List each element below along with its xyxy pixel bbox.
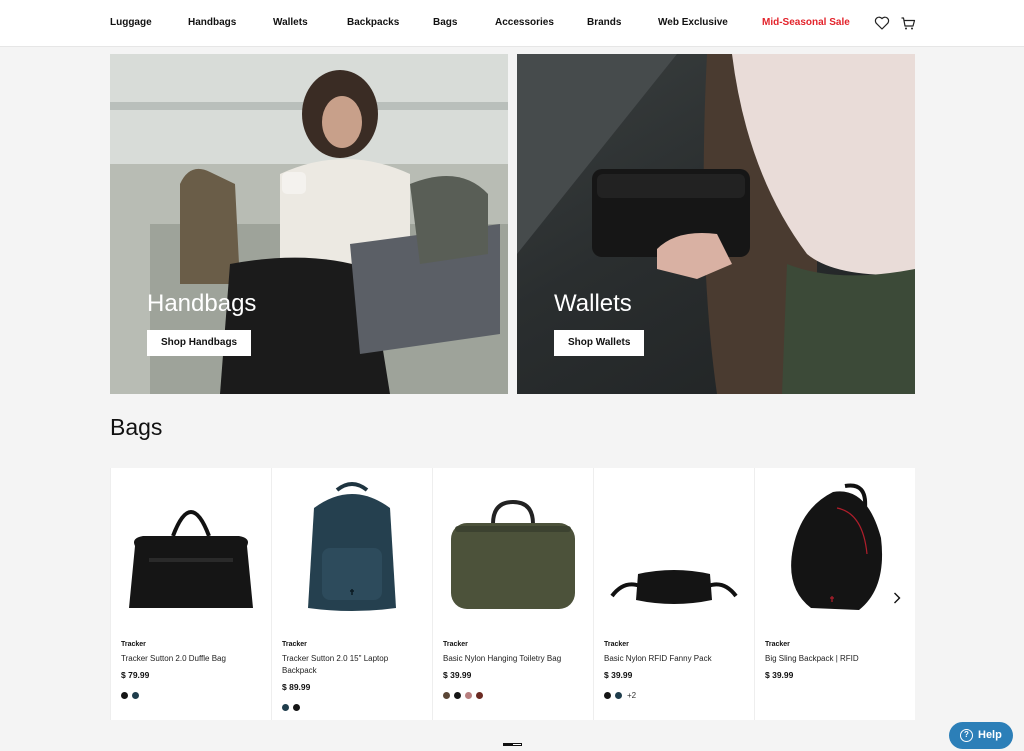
product-image-laptop-backpack xyxy=(308,482,396,611)
color-swatch[interactable] xyxy=(476,692,483,700)
product-brand: Tracker xyxy=(282,641,307,648)
nav-item-bags[interactable]: Bags xyxy=(433,17,457,28)
product-brand: Tracker xyxy=(121,641,146,648)
nav-item-mid-seasonal-sale[interactable]: Mid-Seasonal Sale xyxy=(762,17,850,28)
color-swatches xyxy=(121,687,143,700)
product-brand: Tracker xyxy=(443,641,468,648)
color-swatch[interactable] xyxy=(121,692,128,700)
product-card[interactable]: Tracker Tracker Sutton 2.0 15" Laptop Ba… xyxy=(272,468,432,720)
hero-handbags[interactable]: Handbags Shop Handbags xyxy=(110,54,508,394)
color-swatch[interactable] xyxy=(293,704,300,712)
color-swatch[interactable] xyxy=(604,692,611,700)
help-label: Help xyxy=(978,729,1002,741)
color-swatches xyxy=(282,699,304,712)
carousel-page-indicator[interactable] xyxy=(503,743,522,746)
cart-icon[interactable] xyxy=(900,15,916,31)
hero-title-wallets: Wallets xyxy=(554,290,632,317)
product-brand: Tracker xyxy=(604,641,629,648)
chevron-right-icon[interactable] xyxy=(889,590,905,606)
color-swatch[interactable] xyxy=(465,692,472,700)
top-navigation: Luggage Handbags Wallets Backpacks Bags … xyxy=(0,0,1024,47)
color-swatch[interactable] xyxy=(454,692,461,700)
product-card[interactable]: Tracker Tracker Sutton 2.0 Duffle Bag $ … xyxy=(111,468,271,720)
product-image-toiletry-bag xyxy=(451,499,575,609)
color-swatches: +2 xyxy=(604,687,636,700)
nav-item-web-exclusive[interactable]: Web Exclusive xyxy=(658,17,728,28)
product-image-duffle-bag xyxy=(129,510,253,608)
nav-item-backpacks[interactable]: Backpacks xyxy=(347,17,399,28)
shop-handbags-button[interactable]: Shop Handbags xyxy=(147,330,252,356)
nav-item-brands[interactable]: Brands xyxy=(587,17,621,28)
product-price: $ 39.99 xyxy=(443,670,472,680)
color-swatch[interactable] xyxy=(443,692,450,700)
hero-wallets[interactable]: Wallets Shop Wallets xyxy=(517,54,915,394)
product-name: Tracker Sutton 2.0 15" Laptop Backpack xyxy=(282,654,389,675)
section-title-bags: Bags xyxy=(110,414,163,440)
product-name: Basic Nylon RFID Fanny Pack xyxy=(604,654,712,663)
carousel-page-indicator-active xyxy=(504,744,513,745)
question-icon: ? xyxy=(960,729,973,742)
product-card[interactable]: Tracker Basic Nylon Hanging Toiletry Bag… xyxy=(433,468,593,720)
nav-item-wallets[interactable]: Wallets xyxy=(273,17,308,28)
help-button[interactable]: ? Help xyxy=(949,722,1013,749)
nav-item-handbags[interactable]: Handbags xyxy=(188,17,236,28)
color-swatch[interactable] xyxy=(615,692,622,700)
product-name: Big Sling Backpack | RFID xyxy=(765,654,859,663)
nav-item-accessories[interactable]: Accessories xyxy=(495,17,554,28)
product-card[interactable]: Tracker Basic Nylon RFID Fanny Pack $ 39… xyxy=(594,468,754,720)
product-brand: Tracker xyxy=(765,641,790,648)
nav-item-luggage[interactable]: Luggage xyxy=(110,17,152,28)
product-price: $ 89.99 xyxy=(282,682,311,692)
product-name: Basic Nylon Hanging Toiletry Bag xyxy=(443,654,562,663)
color-swatch[interactable] xyxy=(282,704,289,712)
product-price: $ 39.99 xyxy=(765,670,794,680)
product-name: Tracker Sutton 2.0 Duffle Bag xyxy=(121,654,226,663)
product-price: $ 39.99 xyxy=(604,670,633,680)
product-image-fanny-pack xyxy=(610,570,738,604)
more-colors-count[interactable]: +2 xyxy=(627,691,636,700)
product-carousel: Tracker Tracker Sutton 2.0 Duffle Bag $ … xyxy=(110,468,915,720)
heart-icon[interactable] xyxy=(874,15,890,31)
hero-title-handbags: Handbags xyxy=(147,290,257,317)
shop-wallets-button[interactable]: Shop Wallets xyxy=(554,330,645,356)
color-swatches xyxy=(443,687,487,700)
product-price: $ 79.99 xyxy=(121,670,150,680)
color-swatch[interactable] xyxy=(132,692,139,700)
